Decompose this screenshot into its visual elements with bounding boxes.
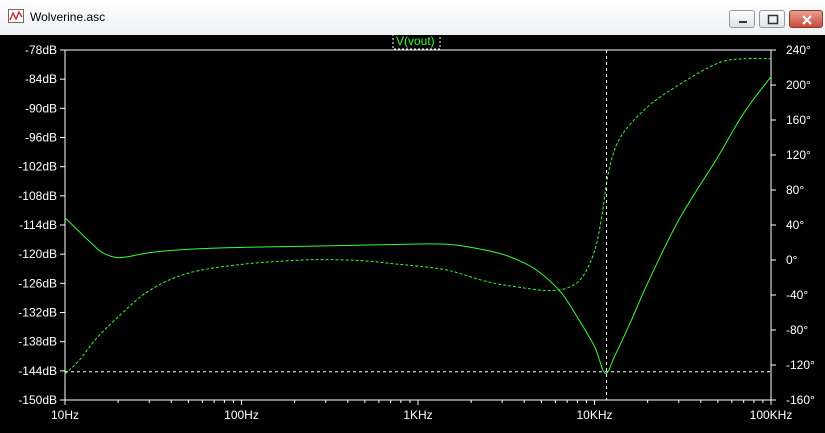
plot-frame <box>64 49 772 401</box>
x-tick-label: 10Hz <box>51 408 79 422</box>
magnitude-trace <box>64 76 772 374</box>
waveform-icon <box>8 9 24 23</box>
y-right-tick-label: -40° <box>786 288 808 302</box>
close-button[interactable] <box>789 10 823 28</box>
title-bar: Wolverine.asc <box>0 0 825 35</box>
plot-area[interactable]: -78dB -84dB -90dB -96dB -102dB -108dB -114dB -1… <box>0 35 825 433</box>
phase-trace <box>64 57 772 375</box>
y-right-tick-label: 40° <box>786 218 804 232</box>
window-title: Wolverine.asc <box>30 10 106 24</box>
minimize-button[interactable] <box>729 10 755 28</box>
minimize-icon <box>739 21 747 23</box>
close-icon <box>802 15 812 25</box>
x-tick-label: 1KHz <box>403 408 432 422</box>
y-left-tick-label: -120dB <box>18 247 57 261</box>
x-tick-label: 10KHz <box>576 408 612 422</box>
y-left-tick-label: -150dB <box>18 393 57 407</box>
y-left-tick-label: -108dB <box>18 189 57 203</box>
y-right-tick-label: -80° <box>786 323 808 337</box>
y-left-tick-label: -138dB <box>18 335 57 349</box>
y-left-tick-label: -90dB <box>25 101 57 115</box>
y-right-tick-label: 240° <box>786 43 811 57</box>
y-left-tick-label: -144dB <box>18 364 57 378</box>
y-left-tick-label: -84dB <box>25 72 57 86</box>
y-right-tick-label: -120° <box>786 358 815 372</box>
legend-trace-label[interactable]: V(vout) <box>396 35 435 48</box>
x-tick-label: 100Hz <box>224 408 259 422</box>
y-left-tick-label: -96dB <box>25 131 57 145</box>
y-right-tick-label: 80° <box>786 183 804 197</box>
maximize-icon <box>767 14 779 25</box>
y-left-tick-label: -114dB <box>19 218 57 232</box>
y-left-tick-label: -126dB <box>18 276 57 290</box>
y-right-tick-label: 120° <box>786 148 811 162</box>
y-right-tick-label: 200° <box>786 78 811 92</box>
y-left-tick-label: -102dB <box>18 160 57 174</box>
bode-plot[interactable]: -78dB -84dB -90dB -96dB -102dB -108dB -114dB -1… <box>0 35 825 433</box>
y-right-tick-label: -160° <box>786 393 815 407</box>
x-tick-label: 100KHz <box>750 408 793 422</box>
y-right-tick-label: 0° <box>786 253 798 267</box>
y-left-tick-label: -78dB <box>25 43 57 57</box>
y-right-tick-label: 160° <box>786 113 811 127</box>
maximize-button[interactable] <box>759 10 785 28</box>
y-left-tick-label: -132dB <box>18 306 57 320</box>
